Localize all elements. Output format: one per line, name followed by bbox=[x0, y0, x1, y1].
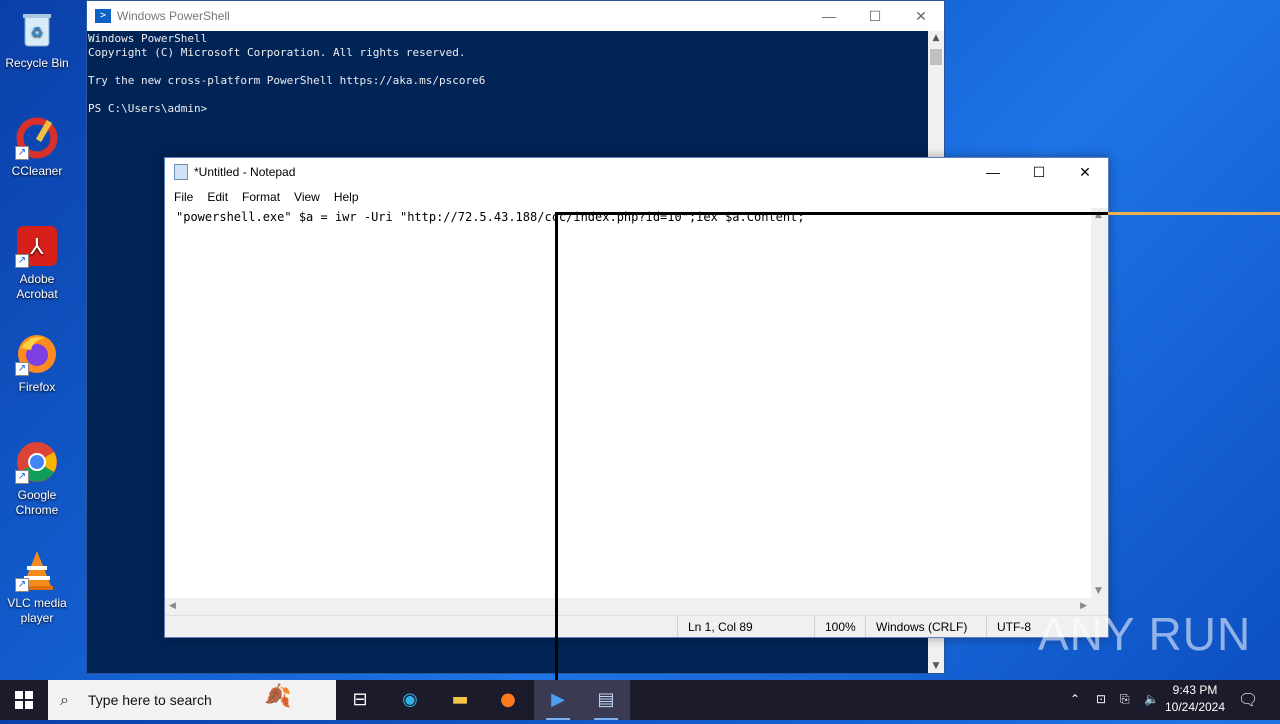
menu-format[interactable]: Format bbox=[235, 190, 287, 204]
powershell-titlebar[interactable]: > Windows PowerShell — ☐ ✕ bbox=[87, 1, 944, 31]
firefox-icon: ↗ bbox=[15, 332, 59, 376]
desktop-icon-ccleaner[interactable]: ↗ CCleaner bbox=[0, 116, 74, 179]
menu-edit[interactable]: Edit bbox=[200, 190, 235, 204]
shortcut-arrow-icon: ↗ bbox=[15, 362, 29, 376]
scroll-down-icon[interactable]: ▼ bbox=[928, 661, 944, 671]
desktop-icon-vlc[interactable]: ↗ VLC media player bbox=[0, 548, 74, 626]
notepad-text-area[interactable]: "powershell.exe" $a = iwr -Uri "http://7… bbox=[165, 208, 1102, 598]
maximize-button[interactable]: ☐ bbox=[852, 8, 898, 25]
powershell-console[interactable]: Windows PowerShell Copyright (C) Microsof… bbox=[87, 31, 944, 116]
desktop-icon-recycle-bin[interactable]: ♻ Recycle Bin bbox=[0, 8, 74, 71]
scroll-thumb[interactable] bbox=[930, 49, 942, 65]
shortcut-arrow-icon: ↗ bbox=[15, 146, 29, 160]
notepad-titlebar[interactable]: *Untitled - Notepad — ☐ ✕ bbox=[165, 158, 1108, 186]
powershell-icon: > bbox=[95, 9, 111, 23]
network-icon[interactable]: ⎘ bbox=[1120, 692, 1130, 707]
notepad-menubar: File Edit Format View Help bbox=[165, 186, 1108, 208]
shortcut-arrow-icon: ↗ bbox=[15, 254, 29, 268]
close-button[interactable]: ✕ bbox=[898, 8, 944, 25]
network-status-icon[interactable]: ⊡ bbox=[1096, 692, 1106, 706]
vlc-icon: ↗ bbox=[15, 548, 59, 592]
notepad-taskbar-icon[interactable]: ▤ bbox=[582, 680, 630, 720]
search-placeholder: Type here to search bbox=[88, 692, 212, 708]
scroll-up-icon[interactable]: ▲ bbox=[928, 33, 944, 43]
edge-icon[interactable]: ◉ bbox=[386, 680, 434, 720]
overlay-line bbox=[1108, 212, 1280, 215]
chrome-icon: ↗ bbox=[15, 440, 59, 484]
menu-help[interactable]: Help bbox=[327, 190, 366, 204]
status-position: Ln 1, Col 89 bbox=[677, 616, 814, 637]
console-prompt: PS C:\Users\admin> bbox=[88, 102, 208, 115]
powershell-title: Windows PowerShell bbox=[117, 9, 230, 23]
desktop-icon-firefox[interactable]: ↗ Firefox bbox=[0, 332, 74, 395]
start-button[interactable] bbox=[0, 680, 48, 720]
desktop-icon-label: CCleaner bbox=[11, 164, 63, 178]
firefox-taskbar-icon[interactable]: ● bbox=[484, 680, 532, 720]
notepad-statusbar: Ln 1, Col 89 100% Windows (CRLF) UTF-8 bbox=[165, 615, 1108, 637]
overlay-line bbox=[555, 212, 558, 690]
maximize-button[interactable]: ☐ bbox=[1016, 164, 1062, 181]
powershell-taskbar-icon[interactable]: ▶ bbox=[534, 680, 582, 720]
windows-logo-icon bbox=[15, 691, 33, 709]
task-view-icon[interactable]: ⊟ bbox=[336, 680, 384, 720]
scroll-left-icon[interactable]: ◀ bbox=[169, 601, 176, 611]
desktop-icon-adobe-acrobat[interactable]: ⅄ ↗ Adobe Acrobat bbox=[0, 224, 74, 302]
notepad-title: *Untitled - Notepad bbox=[194, 165, 296, 179]
search-highlight-icon: 🍂 bbox=[264, 684, 292, 709]
show-hidden-icons-icon[interactable]: ⌃ bbox=[1070, 692, 1080, 706]
scroll-down-icon[interactable]: ▼ bbox=[1095, 586, 1102, 596]
volume-icon[interactable]: 🔈 bbox=[1144, 692, 1159, 706]
console-line: Copyright (C) Microsoft Corporation. All… bbox=[88, 46, 466, 59]
status-zoom: 100% bbox=[814, 616, 865, 637]
shortcut-arrow-icon: ↗ bbox=[15, 578, 29, 592]
taskbar: ⌕ Type here to search 🍂 ⊟ ◉ ▬ ● ▶ ▤ ⌃ ⊡ … bbox=[0, 680, 1280, 720]
console-line: Windows PowerShell bbox=[88, 32, 208, 45]
notifications-icon[interactable]: 🗨 bbox=[1238, 690, 1258, 710]
status-line-ending: Windows (CRLF) bbox=[865, 616, 986, 637]
desktop-icon-label: Adobe Acrobat bbox=[16, 272, 58, 301]
notepad-vertical-scrollbar[interactable]: ▲ ▼ bbox=[1091, 208, 1108, 598]
close-button[interactable]: ✕ bbox=[1062, 164, 1108, 181]
notepad-icon bbox=[174, 164, 188, 180]
ccleaner-icon: ↗ bbox=[15, 116, 59, 160]
svg-text:♻: ♻ bbox=[31, 25, 44, 41]
menu-file[interactable]: File bbox=[167, 190, 200, 204]
desktop-icon-label: Google Chrome bbox=[15, 488, 59, 517]
status-spacer bbox=[165, 616, 677, 637]
notepad-horizontal-scrollbar[interactable]: ◀ ▶ bbox=[165, 598, 1091, 615]
overlay-line bbox=[556, 212, 1108, 215]
search-icon: ⌕ bbox=[60, 690, 69, 709]
clock-time: 9:43 PM bbox=[1172, 683, 1218, 697]
desktop-icon-label: Recycle Bin bbox=[5, 56, 69, 70]
minimize-button[interactable]: — bbox=[970, 164, 1016, 180]
svg-text:⅄: ⅄ bbox=[30, 235, 44, 260]
notepad-window[interactable]: *Untitled - Notepad — ☐ ✕ File Edit Form… bbox=[164, 157, 1109, 638]
adobe-acrobat-icon: ⅄ ↗ bbox=[15, 224, 59, 268]
desktop-icon-google-chrome[interactable]: ↗ Google Chrome bbox=[0, 440, 74, 518]
clock-date: 10/24/2024 bbox=[1164, 700, 1226, 714]
console-line: Try the new cross-platform PowerShell ht… bbox=[88, 74, 486, 87]
shortcut-arrow-icon: ↗ bbox=[15, 470, 29, 484]
desktop-icon-label: VLC media player bbox=[7, 596, 67, 625]
taskbar-search-box[interactable]: ⌕ Type here to search 🍂 bbox=[48, 680, 336, 720]
taskbar-clock[interactable]: 9:43 PM 10/24/2024 bbox=[1164, 683, 1226, 714]
watermark: ANY RUN bbox=[1038, 608, 1252, 660]
recycle-bin-icon: ♻ bbox=[15, 8, 59, 52]
file-explorer-icon[interactable]: ▬ bbox=[436, 680, 484, 720]
menu-view[interactable]: View bbox=[287, 190, 327, 204]
desktop-icon-label: Firefox bbox=[18, 380, 56, 394]
minimize-button[interactable]: — bbox=[806, 8, 852, 24]
